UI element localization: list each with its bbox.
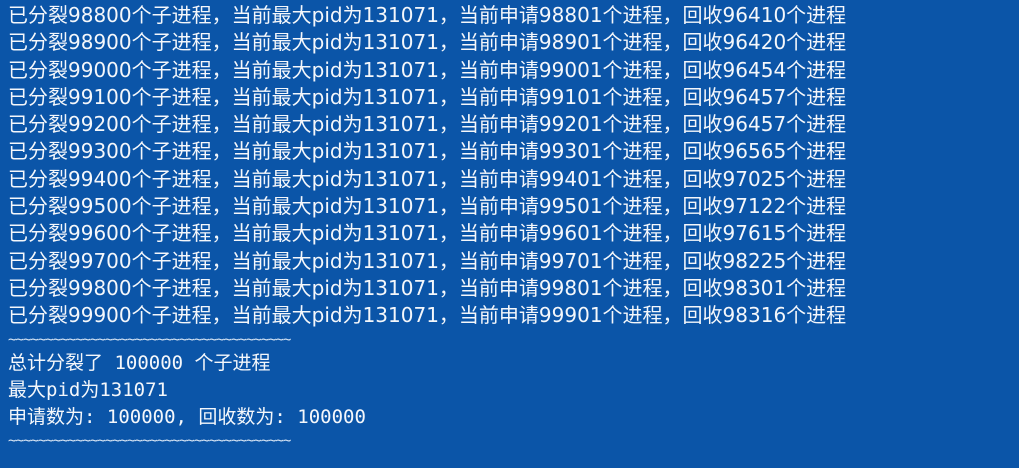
log-line: 已分裂98800个子进程，当前最大pid为131071，当前申请98801个进程… [8,3,847,27]
separator-top: ~~~~~~~~~~~~~~~~~~~~~~~~~~~~~~~~~~~~~~ [8,331,291,348]
log-line: 已分裂99500个子进程，当前最大pid为131071，当前申请99501个进程… [8,194,847,219]
log-line: 已分裂99200个子进程，当前最大pid为131071，当前申请99201个进程… [8,112,847,137]
log-line: 已分裂99000个子进程，当前最大pid为131071，当前申请99001个进程… [8,57,847,82]
log-line: 已分裂99600个子进程，当前最大pid为131071，当前申请99601个进程… [8,221,847,246]
log-line: 已分裂99400个子进程，当前最大pid为131071，当前申请99401个进程… [8,166,847,191]
log-line: 已分裂99300个子进程，当前最大pid为131071，当前申请99301个进程… [8,139,847,164]
log-line: 已分裂98900个子进程，当前最大pid为131071，当前申请98901个进程… [8,30,847,55]
log-line: 已分裂99800个子进程，当前最大pid为131071，当前申请99801个进程… [8,275,847,300]
summary-max-pid: 最大pid为131071 [8,378,168,401]
summary-counts: 申请数为: 100000, 回收数为: 100000 [8,406,366,429]
separator-bottom: ~~~~~~~~~~~~~~~~~~~~~~~~~~~~~~~~~~~~~~ [8,433,291,450]
log-line: 已分裂99900个子进程，当前最大pid为131071，当前申请99901个进程… [8,303,847,328]
terminal-output: 已分裂98800个子进程，当前最大pid为131071，当前申请98801个进程… [0,0,1019,468]
log-line: 已分裂99700个子进程，当前最大pid为131071，当前申请99701个进程… [8,248,847,273]
summary-total: 总计分裂了 100000 个子进程 [8,351,271,374]
log-line: 已分裂99100个子进程，当前最大pid为131071，当前申请99101个进程… [8,84,847,109]
